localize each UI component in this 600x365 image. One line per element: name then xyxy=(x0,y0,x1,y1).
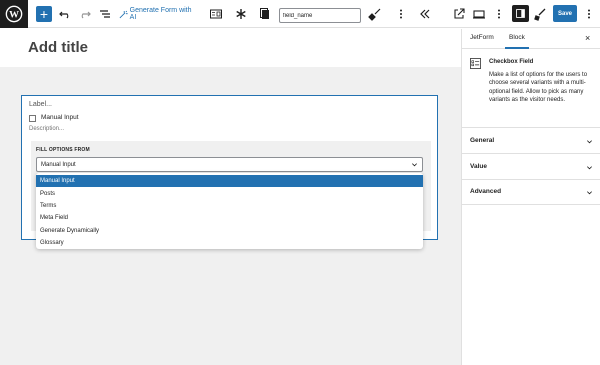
more-options-icon[interactable] xyxy=(490,4,508,24)
field-name-input[interactable] xyxy=(279,8,361,23)
checkbox-field-icon xyxy=(470,58,481,69)
panel-value[interactable]: Value xyxy=(462,155,600,180)
dropdown-option[interactable]: Posts xyxy=(36,187,423,199)
panel-title: General xyxy=(470,137,495,144)
tab-block[interactable]: Block xyxy=(505,34,529,49)
block-name: Checkbox Field xyxy=(489,59,534,65)
broom-icon[interactable] xyxy=(366,4,384,24)
panel-title: Value xyxy=(470,163,487,170)
title-area: Add title xyxy=(0,29,461,67)
chevron-down-icon xyxy=(587,140,592,144)
more-options-icon[interactable] xyxy=(580,4,598,24)
external-link-icon[interactable] xyxy=(450,4,468,24)
block-info: Checkbox Field Make a list of options fo… xyxy=(462,50,600,128)
dropdown-option[interactable]: Terms xyxy=(36,200,423,212)
close-icon[interactable]: × xyxy=(585,33,590,43)
undo-icon[interactable] xyxy=(56,4,74,24)
dropdown-option[interactable]: Meta Field xyxy=(36,212,423,224)
wordpress-logo-icon[interactable]: W xyxy=(0,0,28,28)
dropdown-option[interactable]: Glossary xyxy=(36,237,423,249)
fill-options-select[interactable]: Manual Input xyxy=(36,157,423,172)
generate-form-ai-label: Generate Form with AI xyxy=(129,7,192,21)
fill-options-label: FILL OPTIONS FROM xyxy=(36,147,90,153)
collapse-chevrons-icon[interactable] xyxy=(416,4,434,24)
chevron-down-icon xyxy=(587,166,592,170)
copy-icon[interactable] xyxy=(256,4,274,24)
post-title-input[interactable]: Add title xyxy=(28,39,88,56)
chevron-down-icon xyxy=(587,191,592,195)
add-block-button[interactable]: + xyxy=(36,6,52,22)
dropdown-option[interactable]: Manual Input xyxy=(36,175,423,188)
panel-general[interactable]: General xyxy=(462,129,600,154)
panel-title: Advanced xyxy=(470,188,502,195)
chevron-down-icon xyxy=(412,163,417,167)
tab-jetform[interactable]: JetForm xyxy=(470,34,494,41)
checkbox[interactable] xyxy=(29,115,36,122)
select-value: Manual Input xyxy=(41,161,76,168)
checkbox-option-label: Manual Input xyxy=(41,114,79,121)
block-description: Make a list of options for the users to … xyxy=(489,72,588,103)
document-overview-icon[interactable] xyxy=(96,4,114,24)
redo-icon[interactable] xyxy=(76,4,94,24)
field-description-input[interactable]: Description... xyxy=(29,126,64,132)
field-label-input[interactable]: Label... xyxy=(29,101,52,108)
dropdown-option[interactable]: Generate Dynamically xyxy=(36,225,423,237)
device-preview-icon[interactable] xyxy=(470,4,488,24)
form-preview-icon[interactable] xyxy=(207,4,225,24)
svg-text:W: W xyxy=(9,10,19,21)
panel-advanced[interactable]: Advanced xyxy=(462,180,600,205)
settings-sidebar: JetForm Block × Checkbox Field Make a li… xyxy=(461,29,600,365)
editor-toolbar: W + Generate Form with AI field_name Sav… xyxy=(0,0,600,28)
sidebar-tabs: JetForm Block × xyxy=(462,29,600,49)
fill-options-dropdown: Manual Input Posts Terms Meta Field Gene… xyxy=(36,173,423,249)
asterisk-icon[interactable] xyxy=(232,4,250,24)
more-options-icon[interactable] xyxy=(392,4,410,24)
magic-wand-icon xyxy=(119,10,128,18)
save-button[interactable]: Save xyxy=(553,5,577,22)
generate-form-ai-button[interactable]: Generate Form with AI xyxy=(119,4,197,24)
styles-brush-icon[interactable] xyxy=(531,4,549,24)
settings-sidebar-toggle-icon[interactable] xyxy=(512,5,529,22)
